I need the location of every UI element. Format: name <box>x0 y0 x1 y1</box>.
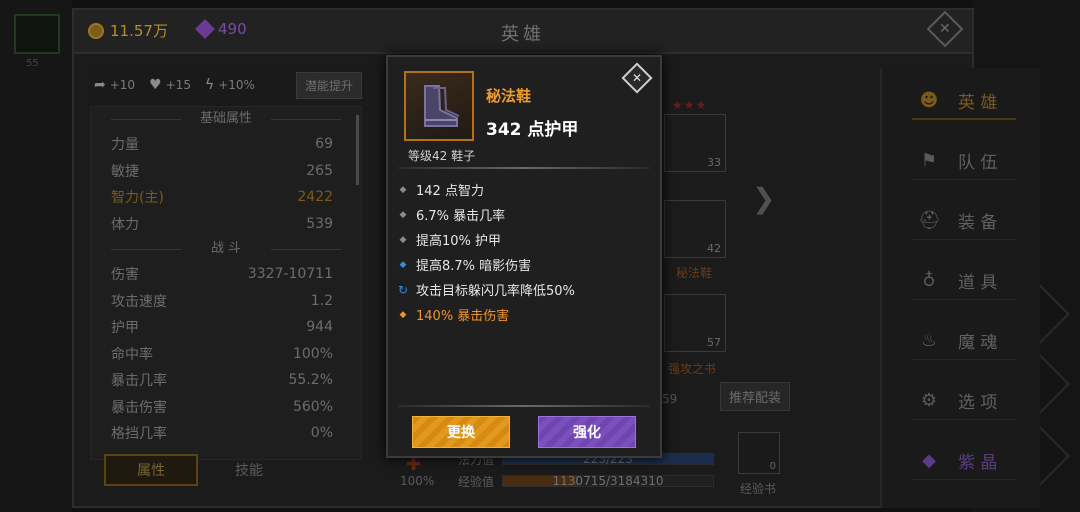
next-arrow-icon[interactable]: ❯ <box>752 182 775 215</box>
bullet-diamond-icon: ◆ <box>399 209 407 220</box>
nav-item-heroes[interactable]: ☻ 英 雄 <box>912 82 1016 120</box>
side-navigation: ☻ 英 雄 ⚑ 队 伍 ⛑ 装 备 ♁ 道 具 ♨ 魔 魂 ⚙ 选 项 ◆ 紫 晶 <box>880 68 1040 508</box>
boots-slot-label: 秘法鞋 <box>676 266 713 280</box>
stat-row: 体力 539 <box>111 215 333 233</box>
exp-label: 经验值 <box>457 474 494 489</box>
stat-row: 命中率 100% <box>111 345 333 363</box>
item-level-type: 等级42 鞋子 <box>408 149 476 163</box>
equip-slot-boots[interactable]: 42 <box>664 200 726 258</box>
combat-section-title: 战 斗 <box>91 237 361 261</box>
stat-row: 敏捷 265 <box>111 162 333 180</box>
armor-buff-value: +10 <box>109 78 136 92</box>
exp-book-label: 经验书 <box>740 482 777 496</box>
divider <box>398 405 650 407</box>
stat-row: 暴击伤害 560% <box>111 398 333 416</box>
attribute-line-magic: ◆ 提高8.7% 暗影伤害 <box>399 259 532 274</box>
book-slot-label: 强攻之书 <box>668 362 717 376</box>
attribute-line-legendary: ◆ 140% 暴击伤害 <box>399 309 510 324</box>
partial-number: 59 <box>662 392 678 406</box>
nav-item-team[interactable]: ⚑ 队 伍 <box>912 142 1016 180</box>
armor-icon: ➦ <box>94 77 106 93</box>
equip-slot-book[interactable]: 57 <box>664 294 726 352</box>
hero-portrait-thumb[interactable] <box>14 14 60 54</box>
game-screen: 55 11.57万 490 英雄 ✕ ➦ +10 ♥ +15 ϟ +10% 潜能… <box>0 0 1080 512</box>
item-attributes: ◆ 142 点智力 ◆ 6.7% 暴击几率 ◆ 提高10% 护甲 ◆ 提高8.7% 暗影… <box>398 177 654 327</box>
tab-attributes[interactable]: 属性 <box>104 454 198 486</box>
stat-row-main: 智力(主) 2422 <box>111 189 333 207</box>
stat-row: 力量 69 <box>111 136 333 154</box>
potential-upgrade-button[interactable]: 潜能提升 <box>295 71 362 99</box>
item-detail-popup: 秘法鞋 342 点护甲 等级42 鞋子 ✕ ◆ 142 点智力 ◆ 6.7% 暴击几… <box>386 55 662 458</box>
nav-item-equipment[interactable]: ⛑ 装 备 <box>912 202 1016 240</box>
stat-row: 护甲 944 <box>111 319 333 337</box>
rarity-stars: ★★★ <box>672 98 708 112</box>
upgrade-button[interactable]: 强化 <box>538 416 636 448</box>
gear-icon: ⚙ <box>920 390 938 411</box>
energy-buff-value: +10% <box>218 78 255 92</box>
exp-bar: 1130715/3184310 <box>502 474 714 488</box>
equip-slot-weapon[interactable]: 33 <box>664 114 726 172</box>
helmet-icon: ⛑ <box>918 210 941 231</box>
buff-row: ➦ +10 ♥ +15 ϟ +10% 潜能提升 <box>94 70 362 100</box>
basic-section-title: 基础属性 <box>91 107 361 131</box>
energy-buff: ϟ +10% <box>205 77 255 93</box>
heroes-icon: ☻ <box>919 89 939 111</box>
left-tab-bar: 属性 技能 <box>104 454 296 486</box>
left-edge-panel: 55 <box>0 0 72 512</box>
health-buff: ♥ +15 <box>149 77 191 93</box>
replace-button[interactable]: 更换 <box>412 416 510 448</box>
hero-level-label: 55 <box>26 58 39 69</box>
stat-row: 伤害 3327-10711 <box>111 266 333 284</box>
heal-percent: 100% <box>400 474 435 488</box>
bullet-diamond-icon: ◆ <box>399 184 407 195</box>
bullet-diamond-icon: ◆ <box>399 259 407 270</box>
stat-row: 格挡几率 0% <box>111 425 333 443</box>
nav-item-options[interactable]: ⚙ 选 项 <box>912 382 1016 420</box>
nav-item-crystals[interactable]: ◆ 紫 晶 <box>912 442 1016 480</box>
lightning-icon: ϟ <box>204 77 215 93</box>
attribute-line-special: ↻ 攻击目标躲闪几率降低50% <box>398 282 575 300</box>
cycle-icon: ↻ <box>398 282 409 297</box>
nav-item-souls[interactable]: ♨ 魔 魂 <box>912 322 1016 360</box>
divider <box>398 167 650 169</box>
nav-item-items[interactable]: ♁ 道 具 <box>912 262 1016 300</box>
page-title: 英雄 <box>501 24 545 45</box>
bag-icon: ♁ <box>922 270 936 291</box>
armor-buff: ➦ +10 <box>94 77 135 93</box>
close-icon[interactable]: ✕ <box>621 62 653 94</box>
stats-list[interactable]: 基础属性 力量 69 敏捷 265 智力(主) 2422 体力 539 战 斗 伤害 33… <box>90 106 362 460</box>
attribute-line: ◆ 142 点智力 <box>399 184 484 199</box>
attributes-panel: ➦ +10 ♥ +15 ϟ +10% 潜能提升 基础属性 力量 69 敏捷 265 … <box>88 68 366 460</box>
item-name: 秘法鞋 <box>486 87 532 105</box>
stat-row: 攻击速度 1.2 <box>111 292 333 310</box>
recommend-build-button[interactable]: 推荐配装 <box>720 382 791 411</box>
flag-icon: ⚑ <box>920 150 938 171</box>
attribute-line: ◆ 提高10% 护甲 <box>399 234 502 249</box>
boots-icon <box>404 71 474 141</box>
stat-row: 暴击几率 55.2% <box>111 372 333 390</box>
exp-bar-row: 经验值 1130715/3184310 <box>446 470 714 492</box>
crystal-icon: ◆ <box>922 450 936 471</box>
tab-skills[interactable]: 技能 <box>202 454 296 486</box>
bullet-diamond-icon: ◆ <box>399 234 407 245</box>
heart-icon: ♥ <box>149 77 162 93</box>
exp-book-slot[interactable]: 0 <box>738 432 780 474</box>
attribute-line: ◆ 6.7% 暴击几率 <box>399 209 506 224</box>
item-armor: 342 点护甲 <box>486 120 579 140</box>
health-buff-value: +15 <box>165 78 191 92</box>
top-bar: 11.57万 490 英雄 ✕ <box>74 10 972 54</box>
exp-value: 1130715/3184310 <box>552 474 664 488</box>
bullet-diamond-icon: ◆ <box>399 309 407 320</box>
flame-icon: ♨ <box>920 330 938 351</box>
